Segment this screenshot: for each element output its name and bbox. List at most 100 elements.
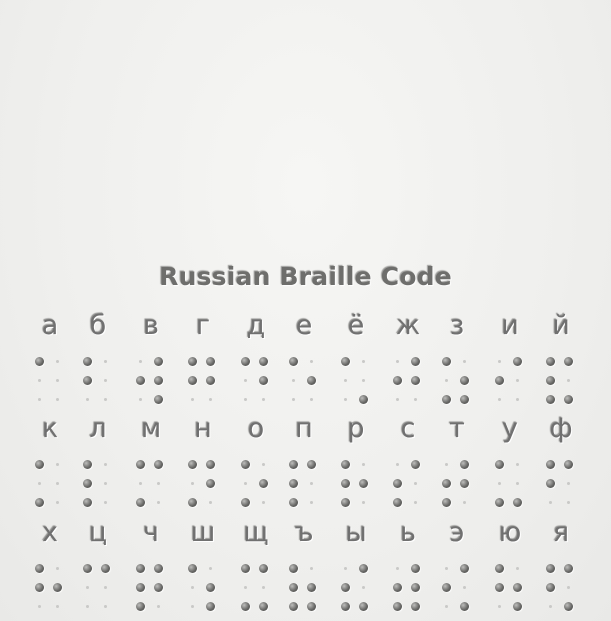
empty-dot xyxy=(86,605,89,608)
empty-dot xyxy=(445,605,448,608)
braille-pattern xyxy=(30,350,70,410)
braille-cell: ж xyxy=(388,300,428,405)
braille-cell: с xyxy=(388,403,428,508)
braille-cell: л xyxy=(78,403,118,508)
braille-pattern xyxy=(183,557,223,617)
empty-dot xyxy=(104,463,107,466)
empty-dot xyxy=(104,360,107,363)
empty-dot xyxy=(139,482,142,485)
empty-dot xyxy=(56,605,59,608)
empty-dot xyxy=(292,379,295,382)
cyrillic-letter: а xyxy=(41,310,59,341)
cyrillic-letter: ч xyxy=(143,517,159,548)
raised-dot xyxy=(136,460,145,469)
raised-dot xyxy=(393,479,402,488)
raised-dot xyxy=(83,498,92,507)
raised-dot xyxy=(460,479,469,488)
cyrillic-letter: ж xyxy=(395,310,421,341)
raised-dot xyxy=(460,602,469,611)
empty-dot xyxy=(209,398,212,401)
empty-dot xyxy=(549,501,552,504)
empty-dot xyxy=(344,379,347,382)
cyrillic-letter: о xyxy=(247,413,265,444)
braille-pattern xyxy=(131,453,171,513)
empty-dot xyxy=(414,501,417,504)
cyrillic-letter: е xyxy=(295,310,313,341)
raised-dot xyxy=(206,376,215,385)
cyrillic-letter: ё xyxy=(347,310,365,341)
empty-dot xyxy=(157,482,160,485)
empty-dot xyxy=(445,463,448,466)
braille-pattern xyxy=(336,350,376,410)
raised-dot xyxy=(307,583,316,592)
cyrillic-letter: ф xyxy=(549,413,573,444)
braille-cell: ъ xyxy=(284,507,324,612)
braille-pattern xyxy=(183,453,223,513)
braille-cell: т xyxy=(437,403,477,508)
raised-dot xyxy=(495,564,504,573)
braille-cell: ч xyxy=(131,507,171,612)
raised-dot xyxy=(101,564,110,573)
braille-cell: в xyxy=(131,300,171,405)
raised-dot xyxy=(289,460,298,469)
raised-dot xyxy=(188,564,197,573)
braille-pattern xyxy=(131,350,171,410)
braille-pattern xyxy=(30,453,70,513)
cyrillic-letter: ь xyxy=(400,517,416,548)
braille-cell: б xyxy=(78,300,118,405)
raised-dot xyxy=(546,564,555,573)
braille-pattern xyxy=(541,557,581,617)
braille-cell: я xyxy=(541,507,581,612)
raised-dot xyxy=(495,376,504,385)
raised-dot xyxy=(241,498,250,507)
cyrillic-letter: р xyxy=(347,413,365,444)
empty-dot xyxy=(567,379,570,382)
raised-dot xyxy=(83,564,92,573)
empty-dot xyxy=(498,482,501,485)
empty-dot xyxy=(396,360,399,363)
braille-pattern xyxy=(437,453,477,513)
braille-cell: р xyxy=(336,403,376,508)
braille-pattern xyxy=(284,350,324,410)
raised-dot xyxy=(341,602,350,611)
empty-dot xyxy=(516,567,519,570)
raised-dot xyxy=(495,583,504,592)
empty-dot xyxy=(396,398,399,401)
raised-dot xyxy=(35,583,44,592)
raised-dot xyxy=(136,583,145,592)
empty-dot xyxy=(104,482,107,485)
empty-dot xyxy=(244,586,247,589)
cyrillic-letter: д xyxy=(246,310,266,341)
cyrillic-letter: б xyxy=(89,310,107,341)
raised-dot xyxy=(495,460,504,469)
empty-dot xyxy=(362,501,365,504)
raised-dot xyxy=(359,564,368,573)
raised-dot xyxy=(442,498,451,507)
raised-dot xyxy=(442,357,451,366)
empty-dot xyxy=(498,398,501,401)
cyrillic-letter: т xyxy=(449,413,465,444)
cyrillic-letter: ы xyxy=(345,517,367,548)
empty-dot xyxy=(38,482,41,485)
cyrillic-letter: п xyxy=(295,413,313,444)
empty-dot xyxy=(396,463,399,466)
raised-dot xyxy=(289,583,298,592)
empty-dot xyxy=(104,586,107,589)
braille-pattern xyxy=(437,557,477,617)
empty-dot xyxy=(396,567,399,570)
raised-dot xyxy=(206,583,215,592)
empty-dot xyxy=(38,379,41,382)
raised-dot xyxy=(564,357,573,366)
empty-dot xyxy=(516,482,519,485)
braille-cell: а xyxy=(30,300,70,405)
empty-dot xyxy=(191,605,194,608)
empty-dot xyxy=(498,360,501,363)
braille-cell: п xyxy=(284,403,324,508)
empty-dot xyxy=(86,398,89,401)
cyrillic-letter: г xyxy=(195,310,211,341)
empty-dot xyxy=(38,605,41,608)
braille-pattern xyxy=(388,453,428,513)
raised-dot xyxy=(241,460,250,469)
empty-dot xyxy=(104,379,107,382)
raised-dot xyxy=(460,564,469,573)
